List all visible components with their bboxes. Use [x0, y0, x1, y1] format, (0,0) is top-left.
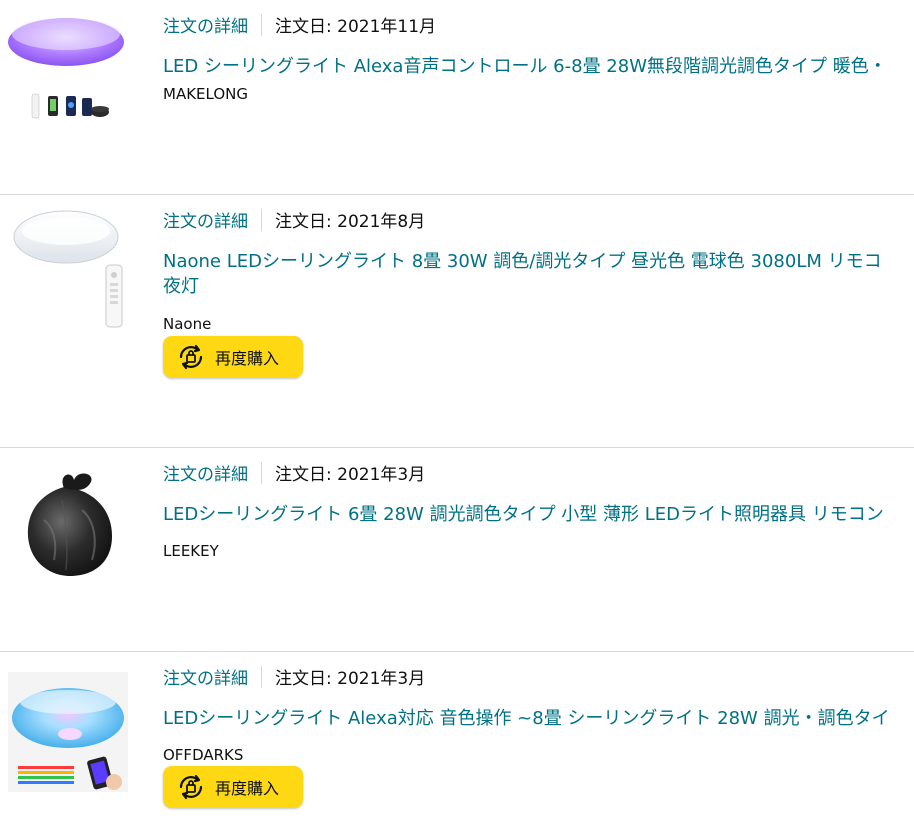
order-meta: 注文の詳細 注文日: 2021年3月 — [163, 462, 426, 485]
product-brand: Naone — [163, 315, 212, 333]
product-title-link[interactable]: LEDシーリングライト Alexa対応 音色操作 ~8畳 シーリングライト 28… — [163, 706, 914, 731]
order-details-link[interactable]: 注文の詳細 — [163, 669, 248, 689]
product-title-link[interactable]: LED シーリングライト Alexa音声コントロール 6-8畳 28W無段階調光… — [163, 54, 914, 79]
product-title-line[interactable]: LEDシーリングライト Alexa対応 音色操作 ~8畳 シーリングライト 28… — [163, 706, 914, 731]
ceiling-light-rgb-phone-image[interactable] — [8, 672, 128, 792]
buy-again-label: 再度購入 — [215, 349, 280, 368]
order-date: 注文日: 2021年3月 — [275, 465, 426, 485]
order-card: 注文の詳細 注文日: 2021年8月 Naone LEDシーリングライト 8畳 3… — [0, 195, 914, 448]
product-title-line[interactable]: LED シーリングライト Alexa音声コントロール 6-8畳 28W無段階調光… — [163, 54, 914, 79]
black-garbage-bag-image[interactable] — [8, 460, 128, 580]
order-meta: 注文の詳細 注文日: 2021年3月 — [163, 666, 426, 689]
product-title-line[interactable]: 夜灯 — [163, 274, 914, 299]
buy-again-button[interactable]: 再度購入 — [163, 336, 303, 378]
product-title-line[interactable]: LEDシーリングライト 6畳 28W 調光調色タイプ 小型 薄形 LEDライト照… — [163, 502, 914, 527]
order-card: 注文の詳細 注文日: 2021年3月 LEDシーリングライト Alexa対応 音色… — [0, 652, 914, 824]
order-card: 注文の詳細 注文日: 2021年11月 LED シーリングライト Alexa音声コ… — [0, 0, 914, 195]
buy-again-button[interactable]: 再度購入 — [163, 766, 303, 808]
buy-again-icon — [179, 344, 203, 370]
meta-divider — [261, 666, 262, 688]
product-brand: LEEKEY — [163, 542, 219, 560]
product-title-line[interactable]: Naone LEDシーリングライト 8畳 30W 調色/調光タイプ 昼光色 電球… — [163, 249, 914, 274]
meta-divider — [261, 14, 262, 36]
order-details-link[interactable]: 注文の詳細 — [163, 465, 248, 485]
ceiling-light-white-remote-image[interactable] — [8, 209, 128, 329]
order-date: 注文日: 2021年8月 — [275, 212, 426, 232]
order-meta: 注文の詳細 注文日: 2021年8月 — [163, 209, 426, 232]
product-title-link[interactable]: LEDシーリングライト 6畳 28W 調光調色タイプ 小型 薄形 LEDライト照… — [163, 502, 914, 527]
order-date: 注文日: 2021年11月 — [275, 17, 437, 37]
buy-again-label: 再度購入 — [215, 779, 280, 798]
product-brand: OFFDARKS — [163, 746, 244, 764]
order-date: 注文日: 2021年3月 — [275, 669, 426, 689]
order-details-link[interactable]: 注文の詳細 — [163, 212, 248, 232]
ceiling-light-purple-image[interactable] — [8, 0, 128, 120]
order-card: 注文の詳細 注文日: 2021年3月 LEDシーリングライト 6畳 28W 調光調… — [0, 448, 914, 652]
meta-divider — [261, 462, 262, 484]
order-details-link[interactable]: 注文の詳細 — [163, 17, 248, 37]
order-meta: 注文の詳細 注文日: 2021年11月 — [163, 14, 437, 37]
product-title-link[interactable]: Naone LEDシーリングライト 8畳 30W 調色/調光タイプ 昼光色 電球… — [163, 249, 914, 299]
meta-divider — [261, 209, 262, 231]
product-brand: MAKELONG — [163, 85, 248, 103]
buy-again-icon — [179, 774, 203, 800]
